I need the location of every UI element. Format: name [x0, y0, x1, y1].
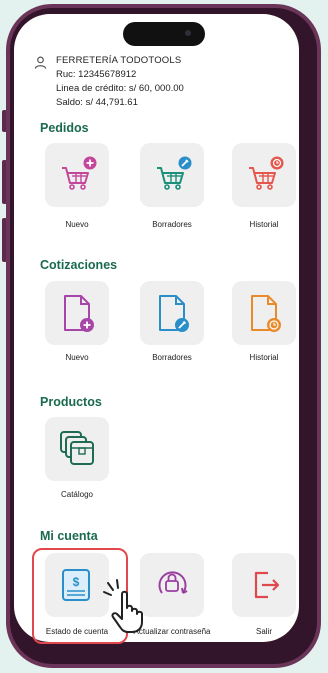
pedido-nuevo-label: Nuevo [65, 220, 89, 229]
logout-icon [254, 571, 280, 599]
account-name: FERRETERÍA TODOTOOLS [56, 55, 182, 66]
catalogo-button[interactable] [45, 417, 109, 481]
catalogo-label: Catálogo [60, 490, 94, 499]
cart-edit-icon [157, 156, 192, 190]
cotizacion-historial-button[interactable] [232, 281, 296, 345]
pedido-historial-button[interactable] [232, 143, 296, 207]
account-credit-line: Linea de crédito: s/ 60, 000.00 [56, 83, 184, 94]
document-history-icon [251, 295, 281, 332]
cotizacion-nuevo-button[interactable] [45, 281, 109, 345]
svg-text:$: $ [73, 575, 80, 589]
camera-icon [185, 30, 191, 36]
cotizacion-borradores-button[interactable] [140, 281, 204, 345]
section-title-mi-cuenta: Mi cuenta [40, 529, 98, 543]
phone-notch [123, 22, 205, 46]
section-title-pedidos: Pedidos [40, 121, 89, 135]
salir-label: Salir [255, 627, 272, 636]
cotizacion-nuevo-label: Nuevo [65, 353, 89, 362]
cotizacion-borradores-label: Borradores [152, 353, 192, 362]
cart-add-icon [62, 156, 97, 190]
section-title-productos: Productos [40, 395, 102, 409]
account-balance: Saldo: s/ 44,791.61 [56, 97, 138, 108]
tap-hand-icon [103, 579, 143, 633]
pedido-borradores-button[interactable] [140, 143, 204, 207]
account-ruc: Ruc: 12345678912 [56, 69, 137, 80]
pedido-borradores-label: Borradores [152, 220, 192, 229]
catalog-icon [60, 431, 94, 465]
pedido-nuevo-button[interactable] [45, 143, 109, 207]
salir-button[interactable] [232, 553, 296, 617]
cart-history-icon [249, 156, 284, 190]
user-icon [34, 56, 47, 69]
document-add-icon [64, 295, 94, 332]
cotizacion-historial-label: Historial [249, 353, 279, 362]
section-title-cotizaciones: Cotizaciones [40, 258, 118, 272]
pedido-historial-label: Historial [249, 220, 279, 229]
document-edit-icon [159, 295, 189, 332]
